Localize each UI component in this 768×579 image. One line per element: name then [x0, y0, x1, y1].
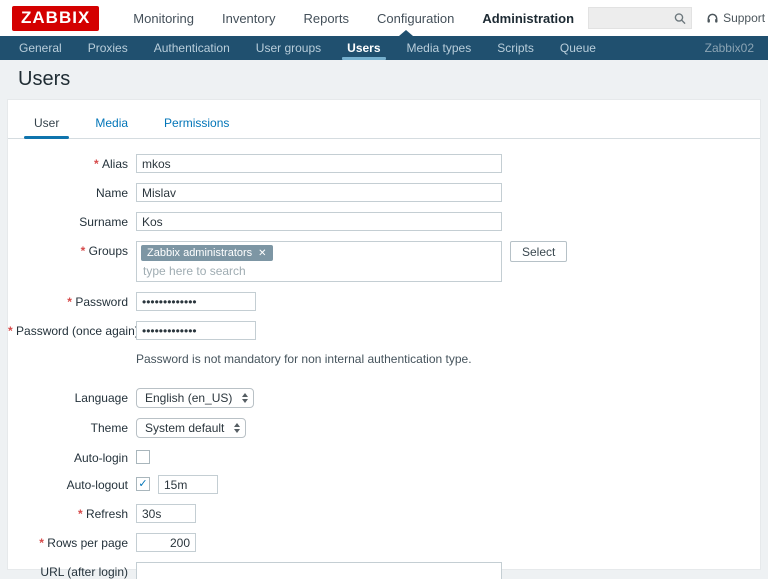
language-row: Language English (en_US): [8, 388, 744, 408]
password2-row: Password (once again): [8, 321, 744, 340]
form-tabs: User Media Permissions: [8, 100, 760, 139]
language-selected-value: English (en_US): [145, 391, 232, 405]
surname-label: Surname: [8, 212, 136, 229]
auto-login-checkbox[interactable]: [136, 450, 150, 464]
alias-input[interactable]: [136, 154, 502, 173]
theme-selected-value: System default: [145, 421, 224, 435]
top-navbar: ZABBIX Monitoring Inventory Reports Conf…: [0, 0, 768, 36]
zabbix-logo[interactable]: ZABBIX: [12, 6, 99, 31]
theme-select[interactable]: System default: [136, 418, 246, 438]
groups-row: Groups Zabbix administrators ✕ type here…: [8, 241, 744, 282]
rows-per-page-row: Rows per page: [8, 533, 744, 552]
menu-item-monitoring[interactable]: Monitoring: [119, 11, 208, 26]
refresh-label: Refresh: [8, 504, 136, 521]
user-form: Alias Name Surname Groups Zabbix adminis…: [8, 139, 760, 579]
support-label: Support: [723, 11, 765, 25]
theme-label: Theme: [8, 418, 136, 435]
subnav-item-user-groups[interactable]: User groups: [243, 36, 334, 60]
menu-item-reports[interactable]: Reports: [289, 11, 363, 26]
global-search[interactable]: [588, 7, 692, 29]
rows-per-page-label: Rows per page: [8, 533, 136, 550]
headset-icon: [706, 12, 719, 25]
password-input[interactable]: [136, 292, 256, 311]
subnav-item-media-types[interactable]: Media types: [394, 36, 485, 60]
groups-label: Groups: [8, 241, 136, 258]
alias-row: Alias: [8, 154, 744, 173]
tab-media[interactable]: Media: [85, 110, 138, 138]
support-link[interactable]: Support: [706, 11, 765, 25]
language-select[interactable]: English (en_US): [136, 388, 254, 408]
admin-sub-navbar: General Proxies Authentication User grou…: [0, 36, 768, 60]
subnav-item-general[interactable]: General: [6, 36, 75, 60]
groups-multiselect[interactable]: Zabbix administrators ✕ type here to sea…: [136, 241, 502, 282]
group-chip: Zabbix administrators ✕: [141, 245, 273, 261]
password-note: Password is not mandatory for non intern…: [136, 350, 472, 366]
subnav-item-queue[interactable]: Queue: [547, 36, 609, 60]
refresh-input[interactable]: [136, 504, 196, 523]
url-label: URL (after login): [8, 562, 136, 579]
password2-label: Password (once again): [8, 321, 136, 338]
theme-row: Theme System default: [8, 418, 744, 438]
auto-login-label: Auto-login: [8, 448, 136, 465]
password-label: Password: [8, 292, 136, 309]
password-note-row: Password is not mandatory for non intern…: [8, 350, 744, 378]
groups-select-button[interactable]: Select: [510, 241, 567, 262]
name-label: Name: [8, 183, 136, 200]
auto-logout-row: Auto-logout: [8, 475, 744, 494]
group-chip-label: Zabbix administrators: [147, 247, 252, 259]
page-header: Users: [0, 60, 768, 100]
topnav-right-tools: Support Z Share ?: [588, 7, 768, 29]
subnav-item-authentication[interactable]: Authentication: [141, 36, 243, 60]
tab-user[interactable]: User: [24, 110, 69, 138]
surname-input[interactable]: [136, 212, 502, 231]
server-name-badge: Zabbix02: [705, 36, 762, 60]
menu-item-inventory[interactable]: Inventory: [208, 11, 289, 26]
menu-item-administration[interactable]: Administration: [468, 11, 588, 26]
password2-input[interactable]: [136, 321, 256, 340]
subnav-item-users[interactable]: Users: [334, 36, 393, 60]
rows-per-page-input[interactable]: [136, 533, 196, 552]
auto-logout-checkbox[interactable]: [136, 477, 150, 491]
chip-remove-icon[interactable]: ✕: [258, 248, 266, 259]
language-label: Language: [8, 388, 136, 405]
page-title: Users: [18, 68, 750, 91]
alias-label: Alias: [8, 154, 136, 171]
auto-login-row: Auto-login: [8, 448, 744, 465]
auto-logout-period-input[interactable]: [158, 475, 218, 494]
search-input[interactable]: [594, 9, 674, 27]
refresh-row: Refresh: [8, 504, 744, 523]
password-row: Password: [8, 292, 744, 311]
search-icon: [674, 12, 686, 25]
name-row: Name: [8, 183, 744, 202]
select-stepper-icon: [242, 393, 248, 403]
tab-permissions[interactable]: Permissions: [154, 110, 239, 138]
url-input[interactable]: [136, 562, 502, 579]
select-stepper-icon: [234, 423, 240, 433]
groups-search-placeholder[interactable]: type here to search: [141, 261, 497, 278]
main-menu: Monitoring Inventory Reports Configurati…: [119, 11, 588, 26]
subnav-item-scripts[interactable]: Scripts: [484, 36, 547, 60]
url-row: URL (after login): [8, 562, 744, 579]
subnav-item-proxies[interactable]: Proxies: [75, 36, 141, 60]
menu-item-configuration[interactable]: Configuration: [363, 11, 468, 26]
auto-logout-label: Auto-logout: [8, 475, 136, 492]
name-input[interactable]: [136, 183, 502, 202]
user-form-widget: User Media Permissions Alias Name Surnam…: [8, 100, 760, 569]
surname-row: Surname: [8, 212, 744, 231]
